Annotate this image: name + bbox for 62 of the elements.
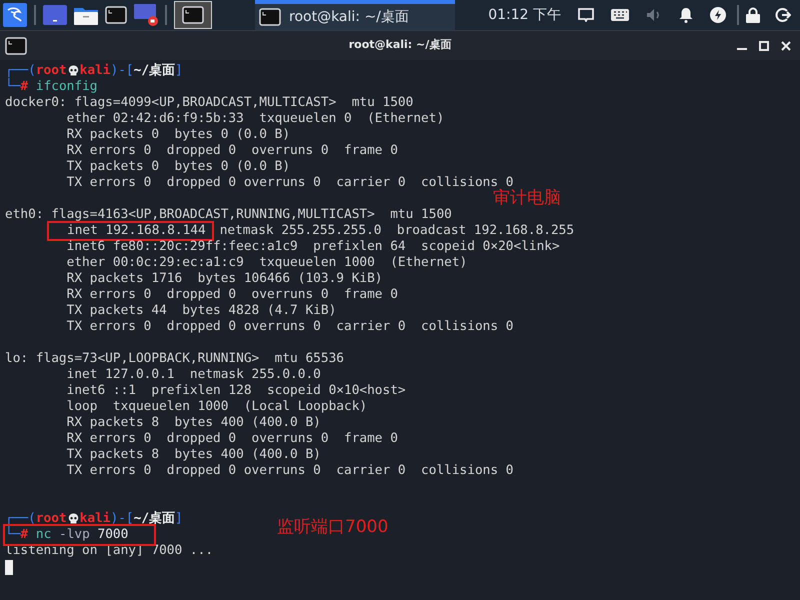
prompt-bracket: ┌──( [5, 63, 36, 78]
output-text: RX packets 1716 bytes 106466 (103.9 KiB) [66, 271, 383, 287]
command-line: └─# ifconfig [5, 78, 98, 96]
output-text: RX errors 0 dropped 0 overruns 0 frame 0 [66, 431, 398, 447]
prompt-user: root [36, 511, 67, 527]
prompt-host: kali [80, 511, 110, 527]
task-button[interactable]: root@kali: ~/桌面 [255, 0, 455, 30]
annotation-note: 审计电脑 [493, 190, 561, 206]
prompt-bracket: )-[ [110, 63, 134, 79]
prompt-bracket: ] [175, 63, 183, 79]
output-text: RX errors 0 dropped 0 overruns 0 frame 0 [66, 143, 398, 159]
output-text: eth0: flags=4163<UP,BROADCAST,RUNNING,MULTICAST> mtu 1500 [5, 207, 452, 223]
prompt-path: ~/桌面 [134, 63, 176, 79]
prompt-bracket: )-[ [110, 511, 134, 527]
terminal-icon[interactable] [259, 8, 281, 26]
command-line: └─# nc -lvp 7000 [5, 526, 154, 544]
power-icon[interactable] [710, 7, 726, 23]
prompt-bracket: ] [175, 511, 183, 527]
output-text: RX packets 0 bytes 0 (0.0 B) [66, 127, 290, 143]
output-text: netmask 255.255.255.0 broadcast 192.168.8.255 [220, 223, 574, 239]
output-text: docker0: flags=4099<UP,BROADCAST,MULTICAST> mtu 1500 [5, 95, 414, 111]
output-text: ether 00:0c:29:ec:a1:c9 txqueuelen 1000 (Ethernet) [66, 255, 468, 271]
logout-icon[interactable] [775, 7, 791, 23]
lock-icon[interactable] [746, 7, 760, 23]
text-cursor [5, 560, 13, 574]
skull-icon [68, 65, 79, 77]
close-icon[interactable] [781, 40, 791, 50]
maximize-icon[interactable] [759, 40, 769, 50]
clock: 01:12 下午 [488, 6, 561, 24]
output-text: inet 127.0.0.1 netmask 255.0.0.0 [66, 367, 321, 383]
output-text: lo: flags=73<UP,LOOPBACK,RUNNING> mtu 65536 [5, 351, 344, 367]
screen-recorder-icon[interactable] [134, 4, 158, 26]
output-text: TX packets 0 bytes 0 (0.0 B) [66, 159, 290, 175]
output-text: inet6 ::1 prefixlen 128 scopeid 0×10<host> [66, 383, 406, 399]
prompt-bracket: ┌──( [5, 511, 36, 526]
volume-icon[interactable] [646, 8, 662, 22]
terminal-icon[interactable] [105, 6, 127, 24]
output-text: TX errors 0 dropped 0 overruns 0 carrier 0 collisions 0 [66, 463, 514, 479]
output-text: TX packets 44 bytes 4828 (4.7 KiB) [66, 303, 336, 319]
prompt-path: ~/桌面 [134, 511, 176, 527]
prompt-user: root [36, 63, 67, 79]
output-text: loop txqueuelen 1000 (Local Loopback) [66, 399, 368, 415]
terminal-icon[interactable] [182, 6, 204, 24]
terminal-icon[interactable] [5, 36, 27, 54]
highlighted-output: inet 192.168.8.144 [49, 223, 212, 239]
output-text: RX packets 8 bytes 400 (400.0 B) [66, 415, 321, 431]
prompt-host: kali [80, 63, 110, 79]
output-text: TX packets 8 bytes 400 (400.0 B) [66, 447, 321, 463]
output-text: TX errors 0 dropped 0 overruns 0 carrier 0 collisions 0 [66, 175, 514, 190]
skull-icon [68, 513, 79, 525]
keyboard-icon[interactable] [611, 9, 629, 21]
bell-icon[interactable] [679, 7, 693, 23]
window-title: root@kali: ~/桌面 [348, 37, 452, 54]
output-text: ether 02:42:d6:f9:5b:33 txqueuelen 0 (Ethernet) [66, 111, 444, 127]
display-icon[interactable] [578, 8, 594, 22]
output-text: TX errors 0 dropped 0 overruns 0 carrier 0 collisions 0 [66, 319, 514, 335]
output-text: RX errors 0 dropped 0 overruns 0 frame 0 [66, 287, 398, 303]
folder-icon[interactable] [74, 5, 98, 25]
output-text: inet6 fe80::20c:29ff:feec:a1c9 prefixlen 64 scopeid 0×20<link> [66, 239, 560, 255]
dragon-logo-icon[interactable] [3, 3, 27, 27]
terminal-window-button[interactable] [174, 1, 212, 29]
annotation-note: 监听端口7000 [277, 519, 388, 535]
